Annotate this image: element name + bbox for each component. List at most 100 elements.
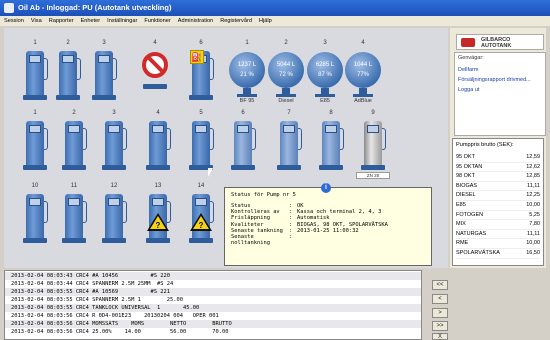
pump-number: 12 bbox=[110, 183, 118, 189]
pump-body bbox=[65, 121, 83, 165]
app-icon bbox=[4, 3, 14, 13]
menu-hjalp[interactable]: Hjälp bbox=[259, 16, 272, 26]
pump-number: 8 bbox=[329, 110, 333, 116]
pump-body bbox=[234, 121, 252, 165]
menu-administration[interactable]: Administration bbox=[178, 16, 213, 26]
fuel-warning-icon: ⛽ bbox=[190, 50, 204, 64]
price-list-header: Pumppris brutto (SEK): bbox=[456, 142, 514, 148]
pump-number: 3 bbox=[102, 40, 106, 46]
tank-gauge bbox=[345, 52, 381, 88]
pump-number: 11 bbox=[70, 183, 78, 189]
status-key: Senaste nolltankning bbox=[231, 234, 270, 247]
pump-number: 6 bbox=[199, 40, 203, 46]
mouse-cursor bbox=[208, 168, 213, 177]
pump-body bbox=[95, 51, 113, 95]
status-value: 2013-01-25 11:00:32 bbox=[297, 227, 359, 234]
logo-text: AUTOTANK bbox=[481, 43, 512, 49]
tank-number: 1 bbox=[245, 40, 249, 46]
nav-next-button[interactable]: > bbox=[432, 308, 448, 318]
menu-installningar[interactable]: Inställningar bbox=[107, 16, 137, 26]
log-line: 2013-02-04 08:03:56 CRC4 MOMSSATS MOMS N… bbox=[11, 321, 232, 327]
log-line: 2013-02-04 08:03:44 CRC4 SPANNERM 2.5M 2… bbox=[11, 281, 174, 287]
tank-percent: 72 % bbox=[279, 72, 293, 78]
tank-value: 1044 L bbox=[353, 62, 373, 68]
log-line: 2013-02-04 08:03:55 CRC4 TANKLOCK UNIVER… bbox=[11, 305, 200, 311]
pump-body bbox=[59, 51, 77, 95]
nav-prev-button[interactable]: < bbox=[432, 294, 448, 304]
pump-body bbox=[280, 121, 298, 165]
tank-name: Diesel bbox=[278, 98, 294, 104]
pump-status-tooltip: i Status för Pump nr 5 Status: OK Kontrol… bbox=[224, 183, 432, 266]
pump-number: 2 bbox=[66, 40, 70, 46]
pump-number: 6 bbox=[241, 110, 245, 116]
price-row: 95 OKTAN 12,62 bbox=[456, 163, 540, 173]
pump-body bbox=[192, 121, 210, 165]
transaction-log[interactable]: 2013-02-04 08:03:43 CRC4 #A 10456 #S 220… bbox=[4, 270, 422, 340]
tank-percent: 87 % bbox=[318, 72, 332, 78]
menu-bar: Session Visa Rapporter Enheter Inställni… bbox=[0, 16, 550, 26]
pump-body bbox=[26, 121, 44, 165]
status-title: Status för Pump nr 5 bbox=[231, 192, 296, 198]
price-row: E85 10,00 bbox=[456, 201, 540, 211]
pump-number: 3 bbox=[112, 110, 116, 116]
price-row: 95 OKT 12,59 bbox=[456, 153, 540, 163]
tank-gauge bbox=[307, 52, 343, 88]
pump-caption: ZN 28 bbox=[356, 172, 390, 179]
application-window: Oil Ab - Inloggad: PU (Autotank utveckli… bbox=[0, 0, 550, 340]
tank-number: 2 bbox=[284, 40, 288, 46]
log-line: 2013-02-04 08:03:55 CRC4 #A 10569 #S 221 bbox=[11, 289, 171, 295]
menu-rapporter[interactable]: Rapporter bbox=[49, 16, 74, 26]
pump-number: 10 bbox=[31, 183, 39, 189]
tank-gauge bbox=[268, 52, 304, 88]
price-row: FOTOGEN 5,25 bbox=[456, 211, 540, 221]
menu-funktioner[interactable]: Funktioner bbox=[144, 16, 170, 26]
tank-number: 4 bbox=[361, 40, 365, 46]
link-logout[interactable]: Logga ut bbox=[458, 87, 479, 93]
tank-gauge bbox=[229, 52, 265, 88]
tank-name: E85 bbox=[320, 98, 330, 104]
tank-percent: 77% bbox=[356, 72, 369, 78]
clear-log-button[interactable]: X bbox=[432, 333, 448, 340]
pump-number: 1 bbox=[33, 110, 37, 116]
pump-body bbox=[65, 194, 83, 238]
title-bar: Oil Ab - Inloggad: PU (Autotank utveckli… bbox=[0, 0, 550, 16]
log-line: 2013-02-04 08:03:56 CRC4 R 0D4-001E23 20… bbox=[11, 313, 219, 319]
pump-body bbox=[26, 194, 44, 238]
info-icon: i bbox=[321, 183, 331, 193]
price-row: RME 10,00 bbox=[456, 239, 540, 249]
blocked-icon bbox=[142, 52, 168, 78]
link-sales-report[interactable]: Försäljningsrapport drivmed... bbox=[458, 77, 531, 83]
menu-visa[interactable]: Visa bbox=[31, 16, 42, 26]
price-row: NATURGAS 11,11 bbox=[456, 230, 540, 240]
logo-icon bbox=[461, 38, 475, 47]
pump-body bbox=[105, 121, 123, 165]
pump-number: 2 bbox=[72, 110, 76, 116]
nav-last-button[interactable]: >> bbox=[432, 321, 448, 331]
log-line: 2013-02-04 08:03:43 CRC4 #A 10456 #S 220 bbox=[11, 273, 171, 279]
menu-registervard[interactable]: Registervård bbox=[220, 16, 252, 26]
price-list: Pumppris brutto (SEK): 95 OKT 12,59 95 OK… bbox=[452, 138, 544, 266]
menu-session[interactable]: Session bbox=[4, 16, 24, 26]
pump-body bbox=[364, 121, 382, 165]
price-row: SPOLARVÄTSKA 16,50 bbox=[456, 249, 540, 259]
tank-number: 3 bbox=[323, 40, 327, 46]
tank-value: 6285 L bbox=[315, 62, 335, 68]
pump-body bbox=[26, 51, 44, 95]
menu-enheter[interactable]: Enheter bbox=[81, 16, 101, 26]
price-row: MIX 7,80 bbox=[456, 220, 540, 230]
tank-value: 5044 L bbox=[276, 62, 296, 68]
window-title: Oil Ab - Inloggad: PU (Autotank utveckli… bbox=[18, 3, 172, 12]
pump-body bbox=[149, 121, 167, 165]
log-line: 2013-02-04 08:03:55 CRC4 SPANNERM 2.5M 1… bbox=[11, 297, 184, 303]
price-row: BIOGAS 11,11 bbox=[456, 182, 540, 192]
nav-first-button[interactable]: << bbox=[432, 280, 448, 290]
tank-name: BF 95 bbox=[239, 98, 255, 104]
link-dellfarm[interactable]: Dellfarm bbox=[458, 67, 478, 73]
pump-number: 13 bbox=[154, 183, 162, 189]
pump-number: 4 bbox=[156, 110, 160, 116]
tank-value: 1237 L bbox=[237, 62, 257, 68]
pump-body bbox=[105, 194, 123, 238]
pump-number: 9 bbox=[371, 110, 375, 116]
pump-body bbox=[322, 121, 340, 165]
tank-name: AdBlue bbox=[354, 98, 372, 104]
